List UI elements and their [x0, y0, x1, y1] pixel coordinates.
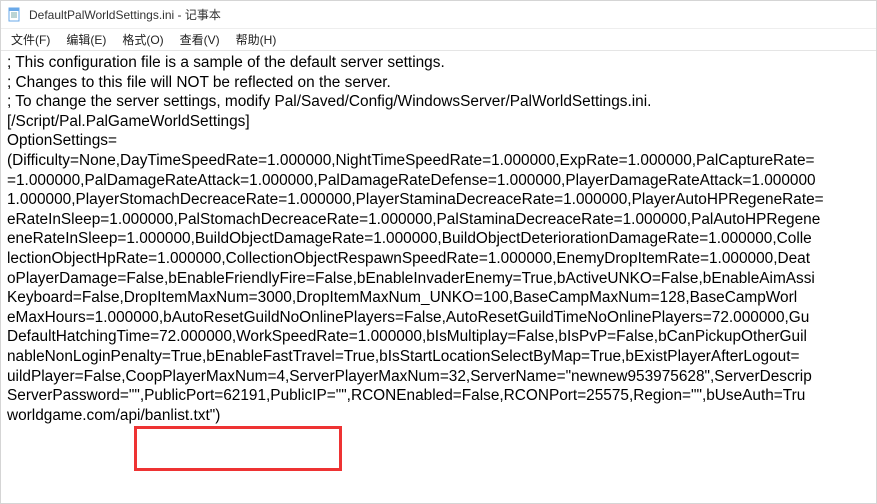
- menu-file[interactable]: 文件(F): [3, 29, 58, 50]
- editor-text[interactable]: ; This configuration file is a sample of…: [1, 51, 876, 503]
- titlebar[interactable]: DefaultPalWorldSettings.ini - 记事本: [1, 1, 876, 29]
- notepad-window: DefaultPalWorldSettings.ini - 记事本 文件(F) …: [0, 0, 877, 504]
- window-title: DefaultPalWorldSettings.ini - 记事本: [29, 6, 221, 23]
- menu-help[interactable]: 帮助(H): [228, 29, 285, 50]
- menu-edit[interactable]: 编辑(E): [58, 29, 114, 50]
- menubar: 文件(F) 编辑(E) 格式(O) 查看(V) 帮助(H): [1, 29, 876, 51]
- notepad-icon: [7, 7, 23, 23]
- menu-view[interactable]: 查看(V): [172, 29, 228, 50]
- editor-area[interactable]: ; This configuration file is a sample of…: [1, 51, 876, 503]
- menu-format[interactable]: 格式(O): [114, 29, 171, 50]
